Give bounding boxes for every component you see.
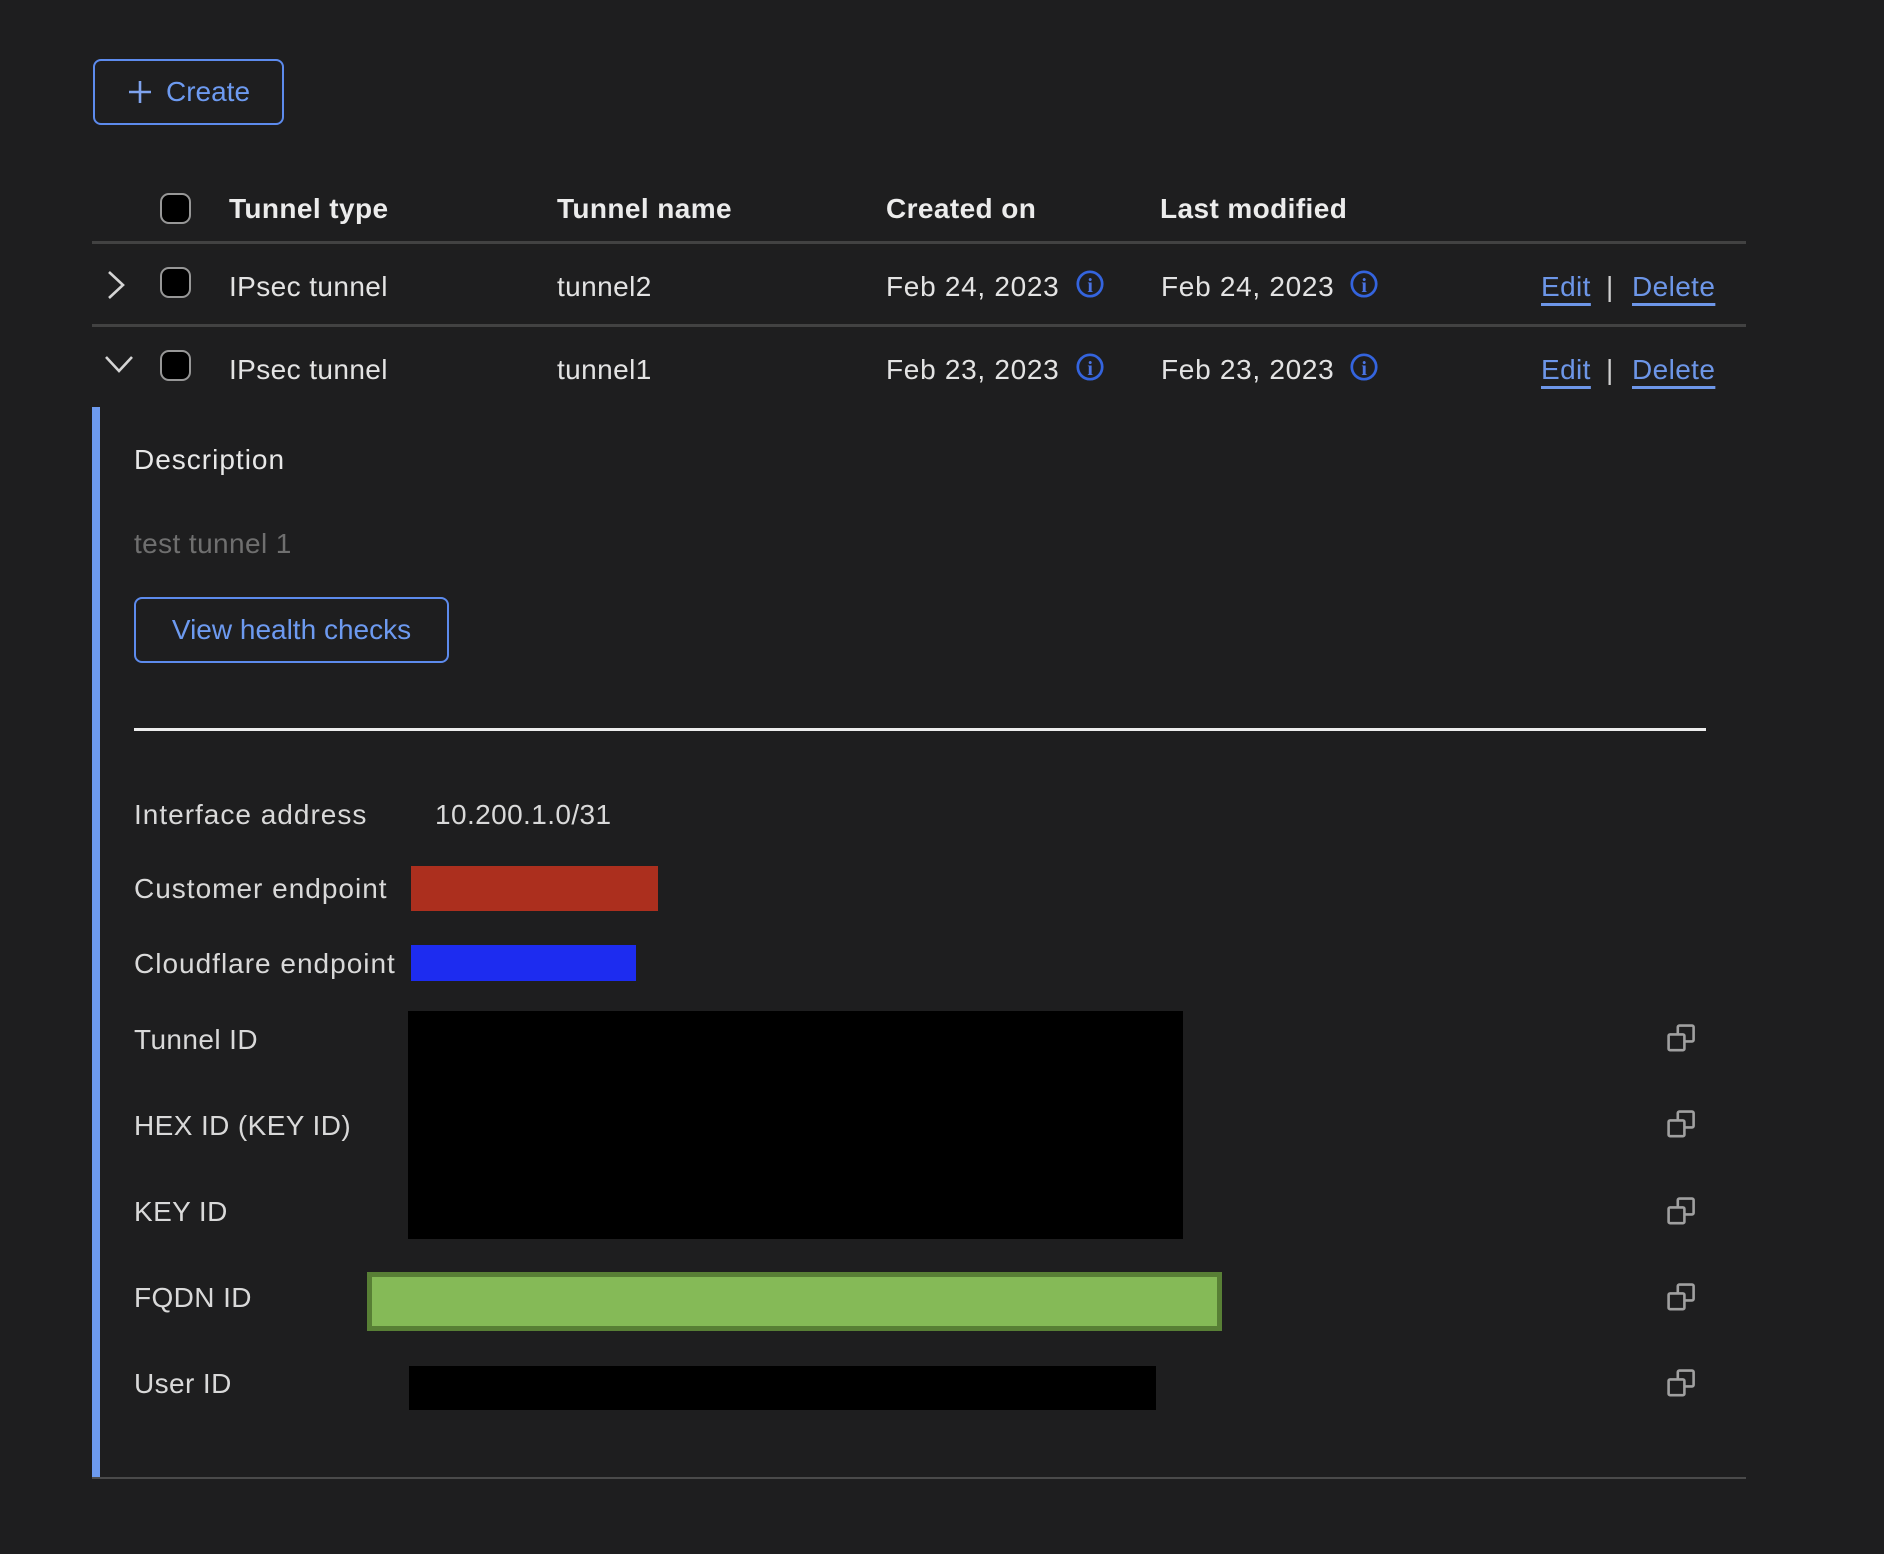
svg-text:i: i xyxy=(1361,275,1367,297)
svg-text:i: i xyxy=(1361,358,1367,380)
svg-text:i: i xyxy=(1087,275,1093,297)
svg-text:i: i xyxy=(1087,358,1093,380)
